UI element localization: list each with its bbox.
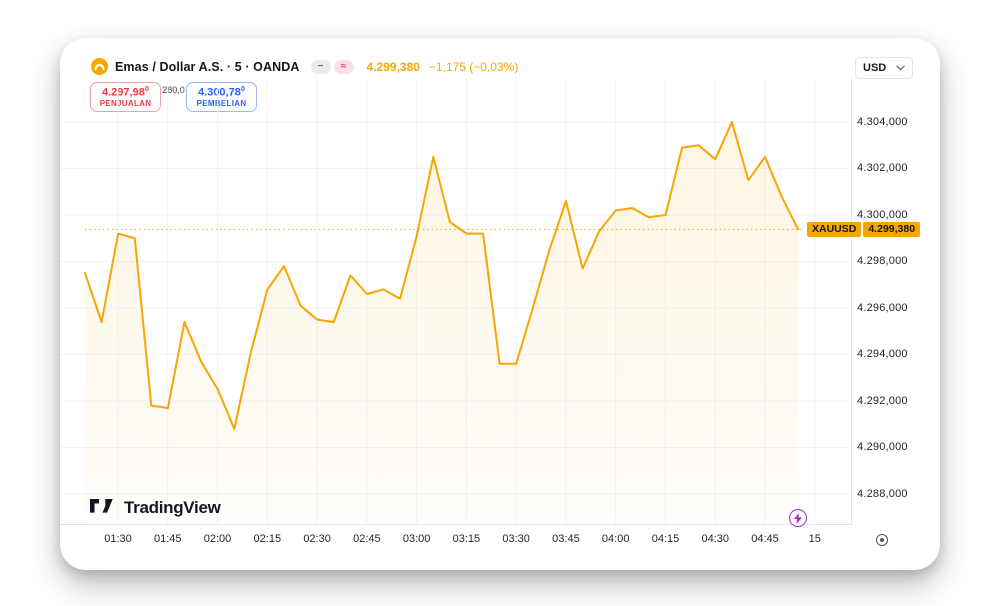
time-axis-label: 02:30 <box>295 533 339 545</box>
lightning-icon <box>794 513 802 524</box>
tradingview-widget-card: Emas / Dollar A.S. · 5 · OANDA − ≈ 4.299… <box>60 38 940 570</box>
price-axis-label: 4.300,000 <box>857 209 908 221</box>
time-axis-label: 03:15 <box>444 533 488 545</box>
chevron-down-icon <box>896 65 905 71</box>
scroll-to-realtime-button[interactable] <box>876 534 888 546</box>
current-price-badge: 4.299,380 <box>863 222 920 237</box>
time-axis-label: 02:45 <box>345 533 389 545</box>
price-chart-canvas[interactable] <box>60 78 852 525</box>
symbol-title: Emas / Dollar A.S. · 5 · OANDA <box>115 60 300 74</box>
time-axis-label: 03:45 <box>544 533 588 545</box>
currency-select[interactable]: USD <box>855 57 913 79</box>
realtime-lightning-button[interactable] <box>789 509 807 527</box>
symbol-pill-buttons: − ≈ <box>311 60 354 74</box>
hide-symbol-pill[interactable]: − <box>311 60 331 74</box>
price-axis-label: 4.292,000 <box>857 395 908 407</box>
time-axis-label: 01:30 <box>96 533 140 545</box>
symbol-badge: XAUUSD <box>807 222 861 237</box>
time-axis-label: 04:00 <box>594 533 638 545</box>
price-axis-label: 4.296,000 <box>857 302 908 314</box>
symbol-header: Emas / Dollar A.S. · 5 · OANDA − ≈ 4.299… <box>91 58 518 75</box>
tradingview-logo-text: TradingView <box>124 498 221 518</box>
time-axis-label: 02:00 <box>196 533 240 545</box>
price-axis-label: 4.288,000 <box>857 488 908 500</box>
price-axis-label: 4.290,000 <box>857 441 908 453</box>
current-price-badges: XAUUSD 4.299,380 <box>807 222 920 237</box>
compare-symbol-pill[interactable]: ≈ <box>334 60 354 74</box>
currency-value: USD <box>863 62 886 74</box>
price-axis-label: 4.298,000 <box>857 255 908 267</box>
tradingview-logo-link[interactable]: TradingView <box>90 497 221 518</box>
price-axis-label: 4.294,000 <box>857 348 908 360</box>
price-area-fill <box>85 122 798 525</box>
gold-coin-icon <box>91 58 108 75</box>
time-axis-label: 03:30 <box>494 533 538 545</box>
time-axis-label: 03:00 <box>395 533 439 545</box>
price-axis-label: 4.304,000 <box>857 116 908 128</box>
time-axis-label: 15 <box>793 533 837 545</box>
price-axis-label: 4.302,000 <box>857 162 908 174</box>
time-axis-label: 02:15 <box>245 533 289 545</box>
time-axis-label: 04:30 <box>693 533 737 545</box>
time-axis-label: 01:45 <box>146 533 190 545</box>
time-axis-label: 04:45 <box>743 533 787 545</box>
price-change: −1,175 (−0,03%) <box>429 60 518 74</box>
target-dot-icon <box>880 538 884 542</box>
time-axis-label: 04:15 <box>643 533 687 545</box>
last-price: 4.299,380 <box>367 60 420 74</box>
tradingview-logo-icon <box>90 497 117 518</box>
